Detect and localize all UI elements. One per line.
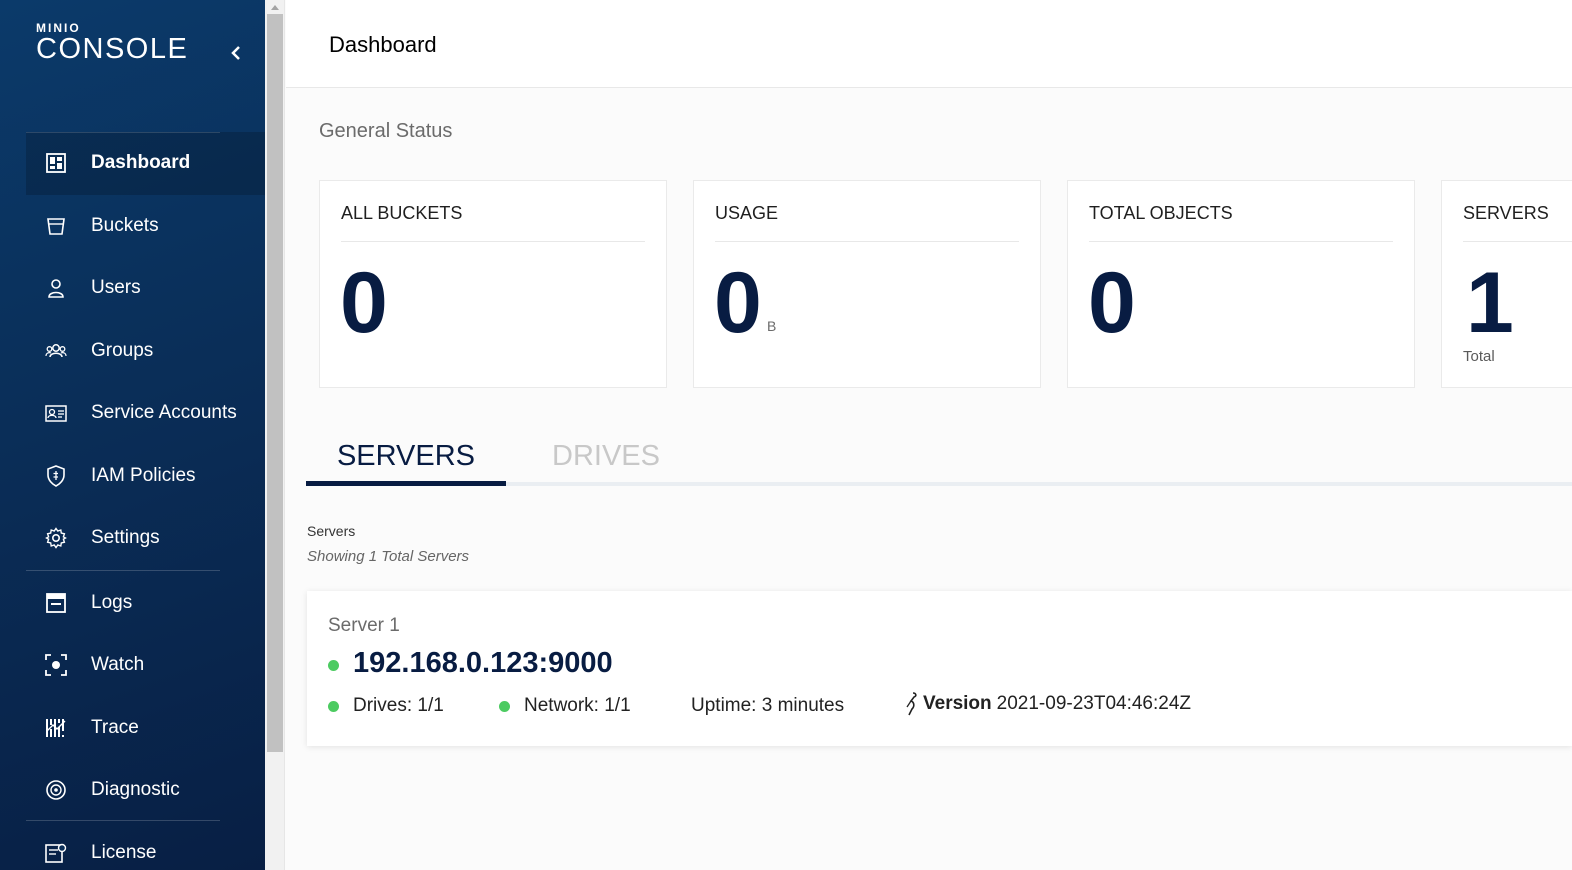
sidebar-item-service-accounts[interactable]: Service Accounts: [26, 382, 266, 445]
dashboard-icon: [44, 151, 68, 175]
trace-icon: [44, 716, 68, 740]
card-title: SERVERS: [1463, 203, 1549, 223]
card-title: TOTAL OBJECTS: [1089, 203, 1233, 223]
top-bar: Dashboard: [286, 0, 1572, 88]
sidebar-item-label: Logs: [91, 591, 133, 613]
sidebar-scrollbar[interactable]: [265, 0, 285, 870]
sidebar: MINIO CONSOLE Dashboard Buckets Users Gr…: [0, 0, 266, 870]
groups-icon: [44, 339, 68, 363]
license-icon: [44, 841, 68, 865]
card-value: 1: [1466, 255, 1514, 351]
network-status-dot: [499, 701, 510, 712]
server-endpoint: 192.168.0.123:9000: [353, 647, 613, 679]
logs-icon: [44, 591, 68, 615]
minio-console-logo[interactable]: MINIO CONSOLE: [36, 22, 188, 64]
shield-icon: [44, 464, 68, 488]
server-online-dot: [328, 660, 339, 671]
sidebar-item-diagnostic[interactable]: Diagnostic: [26, 759, 266, 822]
active-tab-indicator: [306, 481, 506, 486]
usage-card: USAGE 0 B: [693, 180, 1041, 388]
card-divider: [715, 241, 1019, 242]
sidebar-item-label: Settings: [91, 527, 160, 549]
service-accounts-icon: [44, 401, 68, 425]
sidebar-item-label: Watch: [91, 654, 145, 676]
scroll-up-arrow[interactable]: [265, 0, 285, 14]
card-unit: B: [767, 318, 777, 334]
bucket-icon: [44, 214, 68, 238]
minio-bird-icon: [906, 692, 917, 716]
gear-icon: [44, 526, 68, 550]
general-status-title: General Status: [319, 120, 453, 142]
sidebar-item-license[interactable]: License: [26, 822, 266, 870]
card-subtitle: Total: [1463, 348, 1495, 365]
sidebar-item-watch[interactable]: Watch: [26, 634, 266, 697]
sidebar-item-label: Dashboard: [91, 152, 191, 174]
sidebar-item-label: Users: [91, 277, 141, 299]
scroll-thumb[interactable]: [267, 14, 283, 752]
server-network: Network: 1/1: [524, 695, 631, 716]
card-divider: [1089, 241, 1393, 242]
server-version: Version 2021-09-23T04:46:24Z: [904, 692, 1191, 716]
version-value: 2021-09-23T04:46:24Z: [996, 693, 1192, 714]
servers-drives-tabs: SERVERS DRIVES: [306, 426, 1572, 486]
sidebar-item-groups[interactable]: Groups: [26, 320, 266, 383]
total-objects-card: TOTAL OBJECTS 0: [1067, 180, 1415, 388]
page-title: Dashboard: [329, 32, 437, 57]
diagnostic-icon: [44, 778, 68, 802]
sidebar-item-users[interactable]: Users: [26, 257, 266, 320]
card-title: ALL BUCKETS: [341, 203, 463, 223]
server-uptime: Uptime: 3 minutes: [691, 695, 845, 716]
card-value: 0: [340, 255, 388, 351]
sidebar-item-iam-policies[interactable]: IAM Policies: [26, 445, 266, 508]
card-value: 0: [714, 255, 762, 351]
server-name: Server 1: [328, 615, 400, 636]
sidebar-item-label: Service Accounts: [91, 402, 237, 424]
sidebar-item-trace[interactable]: Trace: [26, 697, 266, 760]
servers-card: SERVERS 1 Total: [1441, 180, 1572, 388]
card-value: 0: [1088, 255, 1136, 351]
tab-servers[interactable]: SERVERS: [306, 426, 506, 486]
sidebar-item-label: License: [91, 841, 157, 863]
sidebar-item-dashboard[interactable]: Dashboard: [26, 132, 266, 195]
caret-up-icon: [271, 4, 279, 10]
server-card: Server 1 192.168.0.123:9000 Drives: 1/1 …: [307, 591, 1572, 746]
card-divider: [1463, 241, 1572, 242]
card-title: USAGE: [715, 203, 779, 223]
tab-drives[interactable]: DRIVES: [506, 426, 706, 486]
sidebar-item-label: Trace: [91, 716, 139, 738]
chevron-left-icon: [231, 46, 240, 60]
servers-section-label: Servers: [307, 523, 356, 539]
sidebar-item-buckets[interactable]: Buckets: [26, 195, 266, 258]
sidebar-nav: Dashboard Buckets Users Groups Service A…: [26, 132, 266, 870]
version-label: Version: [923, 693, 992, 714]
collapse-sidebar-button[interactable]: [226, 42, 246, 64]
sidebar-item-label: IAM Policies: [91, 464, 196, 486]
sidebar-item-label: Groups: [91, 339, 154, 361]
sidebar-item-settings[interactable]: Settings: [26, 507, 266, 570]
all-buckets-card: ALL BUCKETS 0: [319, 180, 667, 388]
logo-brand-big: CONSOLE: [36, 33, 189, 65]
drives-status-dot: [328, 701, 339, 712]
sidebar-item-label: Buckets: [91, 214, 159, 236]
sidebar-item-logs[interactable]: Logs: [26, 572, 266, 635]
user-icon: [44, 276, 68, 300]
watch-icon: [44, 653, 68, 677]
sidebar-item-label: Diagnostic: [91, 779, 180, 801]
server-drives: Drives: 1/1: [353, 695, 444, 716]
servers-count-text: Showing 1 Total Servers: [307, 548, 470, 565]
card-divider: [341, 241, 645, 242]
